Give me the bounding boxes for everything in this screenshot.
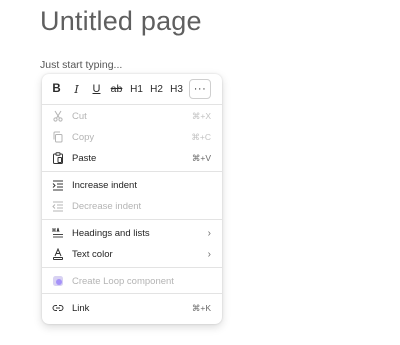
underline-button[interactable]: U <box>88 79 105 99</box>
menu-item-shortcut: ⌘+X <box>191 110 211 121</box>
menu-item-create-loop[interactable]: Create Loop component <box>42 271 222 291</box>
italic-button[interactable]: I <box>68 79 85 99</box>
format-toolbar: B I U ab H1 H2 H3 ··· <box>48 78 216 100</box>
more-options-button[interactable]: ··· <box>189 79 211 99</box>
menu-divider <box>42 104 222 105</box>
menu-item-copy[interactable]: Copy ⌘+C <box>42 127 222 147</box>
headings-icon <box>52 227 64 239</box>
heading-1-button[interactable]: H1 <box>128 79 145 99</box>
strikethrough-button[interactable]: ab <box>108 79 125 99</box>
menu-item-label: Copy <box>72 131 95 143</box>
heading-3-button[interactable]: H3 <box>168 79 185 99</box>
page-canvas: Untitled page Just start typing... B I U… <box>0 0 400 345</box>
menu-item-paste[interactable]: Paste ⌘+V <box>42 148 222 168</box>
menu-divider <box>42 293 222 294</box>
context-menu: B I U ab H1 H2 H3 ··· Cut ⌘+X Copy ⌘+C P… <box>42 74 222 324</box>
menu-item-label: Text color <box>72 248 113 260</box>
menu-item-label: Paste <box>72 152 97 164</box>
indent-increase-icon <box>52 179 64 191</box>
menu-item-shortcut: ⌘+K <box>191 302 211 313</box>
chevron-right-icon: › <box>207 227 211 239</box>
menu-divider <box>42 171 222 172</box>
menu-divider <box>42 219 222 220</box>
menu-item-label: Headings and lists <box>72 227 150 239</box>
loop-icon <box>52 275 64 287</box>
menu-item-shortcut: ⌘+V <box>191 152 211 163</box>
scissors-icon <box>52 110 64 122</box>
menu-item-shortcut: ⌘+C <box>191 131 211 142</box>
menu-item-headings-lists[interactable]: Headings and lists › <box>42 223 222 243</box>
menu-item-link[interactable]: Link ⌘+K <box>42 298 222 318</box>
chevron-right-icon: › <box>207 248 211 260</box>
menu-item-label: Decrease indent <box>72 200 142 212</box>
menu-item-decrease-indent[interactable]: Decrease indent <box>42 196 222 216</box>
bold-button[interactable]: B <box>48 79 65 99</box>
link-icon <box>52 302 64 314</box>
menu-item-label: Link <box>72 302 90 314</box>
menu-item-label: Increase indent <box>72 179 137 191</box>
menu-item-text-color[interactable]: Text color › <box>42 244 222 264</box>
text-color-icon <box>52 248 64 260</box>
menu-item-label: Create Loop component <box>72 275 174 287</box>
menu-item-increase-indent[interactable]: Increase indent <box>42 175 222 195</box>
menu-item-cut[interactable]: Cut ⌘+X <box>42 106 222 126</box>
copy-icon <box>52 131 64 143</box>
clipboard-icon <box>52 152 64 164</box>
body-placeholder[interactable]: Just start typing... <box>40 59 122 71</box>
page-title[interactable]: Untitled page <box>40 6 202 37</box>
indent-decrease-icon <box>52 200 64 212</box>
menu-divider <box>42 267 222 268</box>
menu-item-label: Cut <box>72 110 87 122</box>
heading-2-button[interactable]: H2 <box>148 79 165 99</box>
